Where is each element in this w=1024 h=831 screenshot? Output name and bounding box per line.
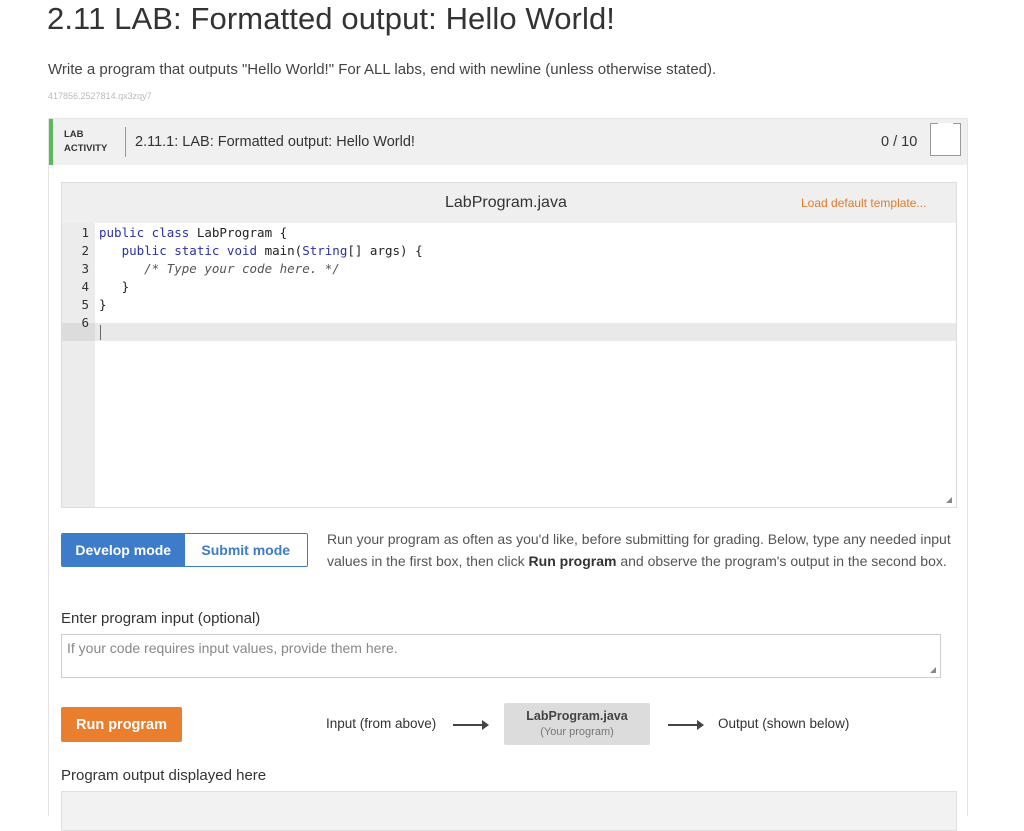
code-line-4: } bbox=[99, 279, 130, 294]
program-box: LabProgram.java (Your program) bbox=[504, 703, 650, 745]
lab-code-id: 417856.2527814.qx3zqy7 bbox=[48, 91, 152, 101]
program-input-field[interactable] bbox=[61, 634, 941, 678]
load-default-template-link[interactable]: Load default template... bbox=[801, 196, 926, 210]
line-number: 3 bbox=[81, 261, 89, 276]
code-editor[interactable]: LabProgram.java Load default template...… bbox=[61, 182, 957, 508]
editor-resize-handle[interactable] bbox=[946, 497, 952, 503]
lab-prompt: Write a program that outputs "Hello Worl… bbox=[48, 61, 717, 78]
lab-tag-line1: LAB bbox=[64, 129, 84, 140]
run-program-button[interactable]: Run program bbox=[61, 707, 182, 742]
mode-description-text-end: and observe the program's output in the … bbox=[616, 552, 947, 569]
line-number: 5 bbox=[81, 297, 89, 312]
lab-tag-line2: ACTIVITY bbox=[64, 143, 108, 154]
program-box-name: LabProgram.java bbox=[526, 709, 628, 723]
header-divider bbox=[125, 127, 126, 157]
input-label: Enter program input (optional) bbox=[61, 610, 261, 627]
code-line-1: public class LabProgram { bbox=[99, 225, 288, 240]
flow-output-label: Output (shown below) bbox=[718, 716, 850, 731]
line-number: 4 bbox=[81, 279, 89, 294]
line-number-gutter: 1 2 3 4 5 6 bbox=[62, 223, 95, 507]
lab-activity-tag: LAB ACTIVITY bbox=[64, 128, 107, 156]
score-box-icon bbox=[930, 123, 961, 156]
lab-activity: LAB ACTIVITY 2.11.1: LAB: Formatted outp… bbox=[48, 118, 968, 831]
activity-score: 0 / 10 bbox=[881, 134, 918, 150]
text-cursor bbox=[100, 325, 101, 340]
mode-description-bold: Run program bbox=[528, 552, 617, 569]
page-title: 2.11 LAB: Formatted output: Hello World! bbox=[47, 1, 616, 36]
code-line-3: /* Type your code here. */ bbox=[144, 261, 340, 276]
submit-mode-button[interactable]: Submit mode bbox=[184, 534, 307, 566]
code-line-5: } bbox=[99, 297, 107, 312]
input-resize-handle[interactable] bbox=[930, 667, 936, 673]
code-line-2: public static void main(String[] args) { bbox=[121, 243, 423, 258]
activity-header: LAB ACTIVITY 2.11.1: LAB: Formatted outp… bbox=[49, 119, 967, 165]
arrow-right-icon bbox=[453, 720, 489, 730]
program-output-box bbox=[61, 791, 957, 831]
editor-toolbar: LabProgram.java Load default template... bbox=[62, 183, 956, 223]
program-box-sub: (Your program) bbox=[540, 726, 614, 738]
activity-title: 2.11.1: LAB: Formatted output: Hello Wor… bbox=[135, 134, 415, 150]
line-number: 2 bbox=[81, 243, 89, 258]
output-label: Program output displayed here bbox=[61, 767, 267, 784]
code-area[interactable]: public class LabProgram { public static … bbox=[95, 223, 956, 507]
mode-toggle: Develop mode Submit mode bbox=[61, 533, 308, 567]
develop-mode-button[interactable]: Develop mode bbox=[62, 534, 185, 566]
arrow-right-icon bbox=[668, 720, 704, 730]
mode-description: Run your program as often as you'd like,… bbox=[327, 529, 957, 572]
line-number: 1 bbox=[81, 225, 89, 240]
line-number: 6 bbox=[81, 315, 89, 330]
active-line-highlight bbox=[95, 323, 956, 341]
editor-filename: LabProgram.java bbox=[445, 194, 567, 211]
flow-input-label: Input (from above) bbox=[326, 716, 437, 731]
